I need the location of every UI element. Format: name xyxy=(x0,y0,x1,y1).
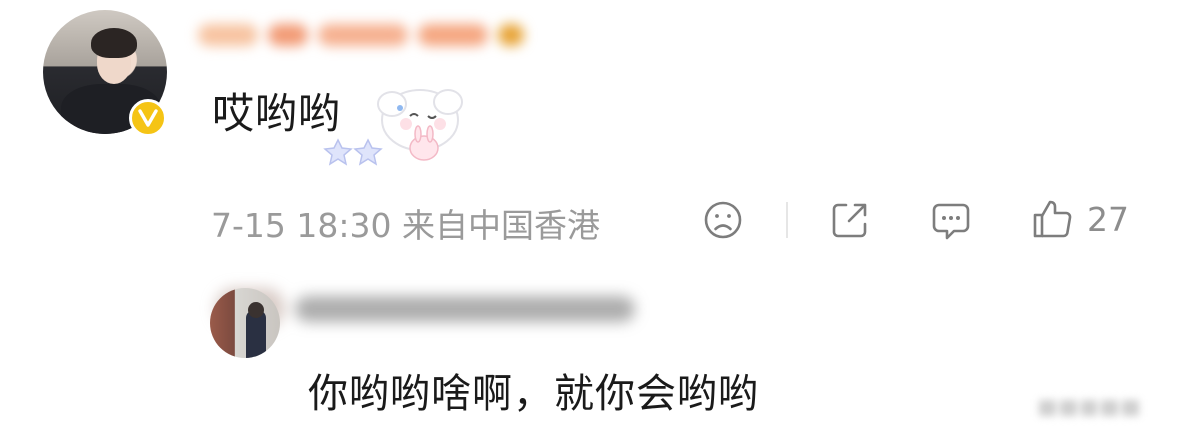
watermark-redacted xyxy=(1039,400,1139,416)
redacted-block xyxy=(418,24,488,46)
bunny-sticker-icon xyxy=(323,89,463,166)
avatar-hair xyxy=(91,28,137,58)
verified-v-icon xyxy=(129,99,167,137)
dislike-button[interactable] xyxy=(703,200,743,240)
comment-bubble-icon xyxy=(932,203,970,240)
thumbs-up-icon xyxy=(1033,200,1072,238)
redacted-block xyxy=(318,24,408,46)
like-button[interactable]: 27 xyxy=(1031,198,1129,240)
redacted-block xyxy=(268,24,308,46)
reply-avatar[interactable] xyxy=(210,288,280,358)
reply-button[interactable] xyxy=(930,200,972,242)
share-button[interactable] xyxy=(829,199,871,241)
weibo-comment-thread: 哎哟哟 7-15 18:30 来自中国香港 27 你哟哟啥啊，就你会哟哟 xyxy=(0,0,1179,430)
like-count: 27 xyxy=(1087,199,1129,239)
sad-face-icon xyxy=(704,201,742,239)
action-divider xyxy=(786,202,788,238)
reply-text: 你哟哟啥啊，就你会哟哟 xyxy=(308,371,759,417)
redacted-block xyxy=(498,24,524,46)
redacted-block xyxy=(198,24,258,46)
comment-meta: 7-15 18:30 来自中国香港 xyxy=(211,206,600,245)
share-icon xyxy=(832,203,867,238)
avatar-face xyxy=(248,302,264,318)
username-redacted[interactable] xyxy=(198,14,538,56)
